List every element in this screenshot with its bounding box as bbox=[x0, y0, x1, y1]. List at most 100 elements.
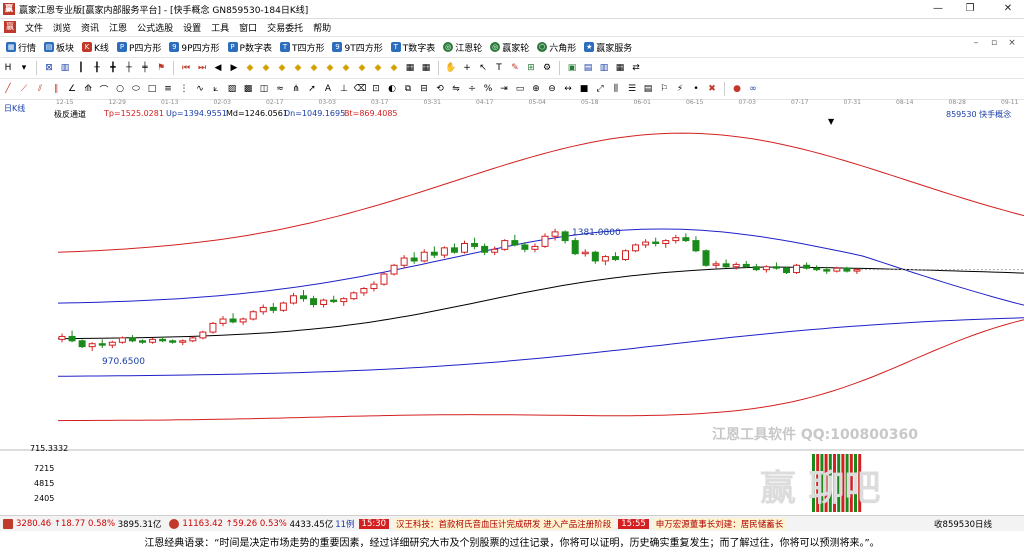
first-icon[interactable]: ⏮ bbox=[180, 62, 192, 74]
channel-tool-icon[interactable]: ⫽ bbox=[34, 83, 46, 95]
zoom-out-tool-icon[interactable]: ⊖ bbox=[546, 83, 558, 95]
diamond4-icon[interactable]: ◆ bbox=[292, 62, 304, 74]
wave-tool-icon[interactable]: ≈ bbox=[274, 83, 286, 95]
zoom-icon[interactable]: ⊠ bbox=[43, 62, 55, 74]
nav-sector-button[interactable]: ▤ 板块 bbox=[42, 41, 76, 54]
text-icon[interactable]: T bbox=[493, 62, 505, 74]
nav-t-table-button[interactable]: T T数字表 bbox=[389, 41, 438, 54]
diamond1-icon[interactable]: ◆ bbox=[244, 62, 256, 74]
bar2-icon[interactable]: ╪ bbox=[139, 62, 151, 74]
nav-t-square-button[interactable]: T T四方形 bbox=[278, 41, 327, 54]
diamond10-icon[interactable]: ◆ bbox=[388, 62, 400, 74]
candle-icon[interactable]: ┃ bbox=[75, 62, 87, 74]
news-headline-1[interactable]: 汉王科技：首款柯氏音血压计完成研发 进入产品注册阶段 bbox=[393, 517, 615, 530]
nav-kline-button[interactable]: K K线 bbox=[80, 41, 111, 54]
candle2-icon[interactable]: ╂ bbox=[91, 62, 103, 74]
menu-gann[interactable]: 江恩 bbox=[104, 21, 132, 34]
menu-help[interactable]: 帮助 bbox=[308, 21, 336, 34]
erase-tool-icon[interactable]: ⌫ bbox=[354, 83, 367, 95]
parallel-tool-icon[interactable]: ∥ bbox=[50, 83, 62, 95]
ray-tool-icon[interactable]: ⟋ bbox=[18, 83, 30, 95]
bolt-tool-icon[interactable]: ⚡ bbox=[674, 83, 686, 95]
span-tool-icon[interactable]: ↔ bbox=[562, 83, 574, 95]
extend-tool-icon[interactable]: ⇥ bbox=[498, 83, 510, 95]
angle-tool-icon[interactable]: ∠ bbox=[66, 83, 78, 95]
diamond2-icon[interactable]: ◆ bbox=[260, 62, 272, 74]
list-tool-icon[interactable]: ☰ bbox=[626, 83, 638, 95]
layout-icon[interactable]: ▥ bbox=[598, 62, 610, 74]
menu-trade[interactable]: 交易委托 bbox=[262, 21, 308, 34]
mark-icon[interactable]: ✎ bbox=[509, 62, 521, 74]
time-tool-icon[interactable]: ⋮ bbox=[178, 83, 190, 95]
candle3-icon[interactable]: ╋ bbox=[107, 62, 119, 74]
kline-chart[interactable]: 12-15 12-29 01-13 02-03 02-17 03-03 03-17 03-31… bbox=[0, 99, 1024, 512]
diamond5-icon[interactable]: ◆ bbox=[308, 62, 320, 74]
flag-icon[interactable]: ⚑ bbox=[155, 62, 167, 74]
lock-tool-icon[interactable]: ⊡ bbox=[370, 83, 382, 95]
rect-tool-icon[interactable]: □ bbox=[146, 83, 158, 95]
menu-tools[interactable]: 工具 bbox=[206, 21, 234, 34]
gann-grid-icon[interactable]: ▩ bbox=[242, 83, 254, 95]
mirror-tool-icon[interactable]: ⇋ bbox=[450, 83, 462, 95]
tool-icon[interactable]: ⊞ bbox=[525, 62, 537, 74]
mark2-tool-icon[interactable]: ⚐ bbox=[658, 83, 670, 95]
diamond6-icon[interactable]: ◆ bbox=[324, 62, 336, 74]
nav-9p-square-button[interactable]: 9 9P四方形 bbox=[167, 41, 221, 54]
save-icon[interactable]: ▤ bbox=[582, 62, 594, 74]
line-tool-icon[interactable]: ╱ bbox=[2, 83, 14, 95]
label-tool-icon[interactable]: A bbox=[322, 83, 334, 95]
period-icon[interactable]: H bbox=[2, 62, 14, 74]
dropdown-icon[interactable]: ▾ bbox=[18, 62, 30, 74]
diamond3-icon[interactable]: ◆ bbox=[276, 62, 288, 74]
infinity-icon[interactable]: ∞ bbox=[747, 83, 759, 95]
minimize-button[interactable]: — bbox=[924, 0, 952, 18]
hide-tool-icon[interactable]: ◐ bbox=[386, 83, 398, 95]
page-tool-icon[interactable]: ▭ bbox=[514, 83, 526, 95]
gann-box-icon[interactable]: ▨ bbox=[226, 83, 238, 95]
link-icon[interactable]: ⇄ bbox=[630, 62, 642, 74]
nav-p-square-button[interactable]: P P四方形 bbox=[115, 41, 163, 54]
stack-tool-icon[interactable]: ⊟ bbox=[418, 83, 430, 95]
copy-tool-icon[interactable]: ⧉ bbox=[402, 83, 414, 95]
print-icon[interactable]: ▦ bbox=[614, 62, 626, 74]
cycle-tool-icon[interactable]: ∿ bbox=[194, 83, 206, 95]
fit-tool-icon[interactable]: ⤢ bbox=[594, 83, 606, 95]
close-button[interactable]: ✕ bbox=[994, 0, 1022, 18]
nav-winner-wheel-button[interactable]: ◎ 赢家轮 bbox=[488, 41, 531, 54]
book-tool-icon[interactable]: ▤ bbox=[642, 83, 654, 95]
pitch-tool-icon[interactable]: ⋔ bbox=[290, 83, 302, 95]
hand-icon[interactable]: ✋ bbox=[445, 62, 457, 74]
measure-tool-icon[interactable]: ⊥ bbox=[338, 83, 350, 95]
dot-tool-icon[interactable]: • bbox=[690, 83, 702, 95]
next-icon[interactable]: ⏭ bbox=[196, 62, 208, 74]
split-tool-icon[interactable]: ⫼ bbox=[610, 83, 622, 95]
arrow-icon[interactable]: ↖ bbox=[477, 62, 489, 74]
menu-formula[interactable]: 公式选股 bbox=[132, 21, 178, 34]
news-headline-2[interactable]: 申万宏源董事长刘建：居民储蓄长 bbox=[652, 517, 787, 530]
play-icon[interactable]: ▶ bbox=[228, 62, 240, 74]
menu-settings[interactable]: 设置 bbox=[178, 21, 206, 34]
square-tool-icon[interactable]: ◫ bbox=[258, 83, 270, 95]
menu-window[interactable]: 窗口 bbox=[234, 21, 262, 34]
fan-tool-icon[interactable]: ⟰ bbox=[82, 83, 94, 95]
sz-index-value[interactable]: 11163.42 bbox=[182, 519, 223, 529]
nav-9t-square-button[interactable]: 9 9T四方形 bbox=[330, 41, 384, 54]
stop-tool-icon[interactable]: ■ bbox=[578, 83, 590, 95]
fib-tool-icon[interactable]: ≡ bbox=[162, 83, 174, 95]
nav-hexagon-button[interactable]: ⬡ 六角形 bbox=[535, 41, 578, 54]
arrow-tool-icon[interactable]: ➚ bbox=[306, 83, 318, 95]
bar-icon[interactable]: ┼ bbox=[123, 62, 135, 74]
rotate-tool-icon[interactable]: ⟲ bbox=[434, 83, 446, 95]
picture-icon[interactable]: ▣ bbox=[566, 62, 578, 74]
settings-icon[interactable]: ⚙ bbox=[541, 62, 553, 74]
sh-index-value[interactable]: 3280.46 bbox=[16, 519, 51, 529]
diamond9-icon[interactable]: ◆ bbox=[372, 62, 384, 74]
divide-tool-icon[interactable]: ÷ bbox=[466, 83, 478, 95]
nav-p-table-button[interactable]: P P数字表 bbox=[226, 41, 274, 54]
nav-service-button[interactable]: ★ 赢家服务 bbox=[582, 41, 634, 54]
nav-quotes-button[interactable]: ▦ 行情 bbox=[4, 41, 38, 54]
chart-type-icon[interactable]: ▥ bbox=[59, 62, 71, 74]
color-circle-icon[interactable]: ● bbox=[731, 83, 743, 95]
ellipse-tool-icon[interactable]: ⬭ bbox=[130, 83, 142, 95]
grid2-icon[interactable]: ▦ bbox=[420, 62, 432, 74]
